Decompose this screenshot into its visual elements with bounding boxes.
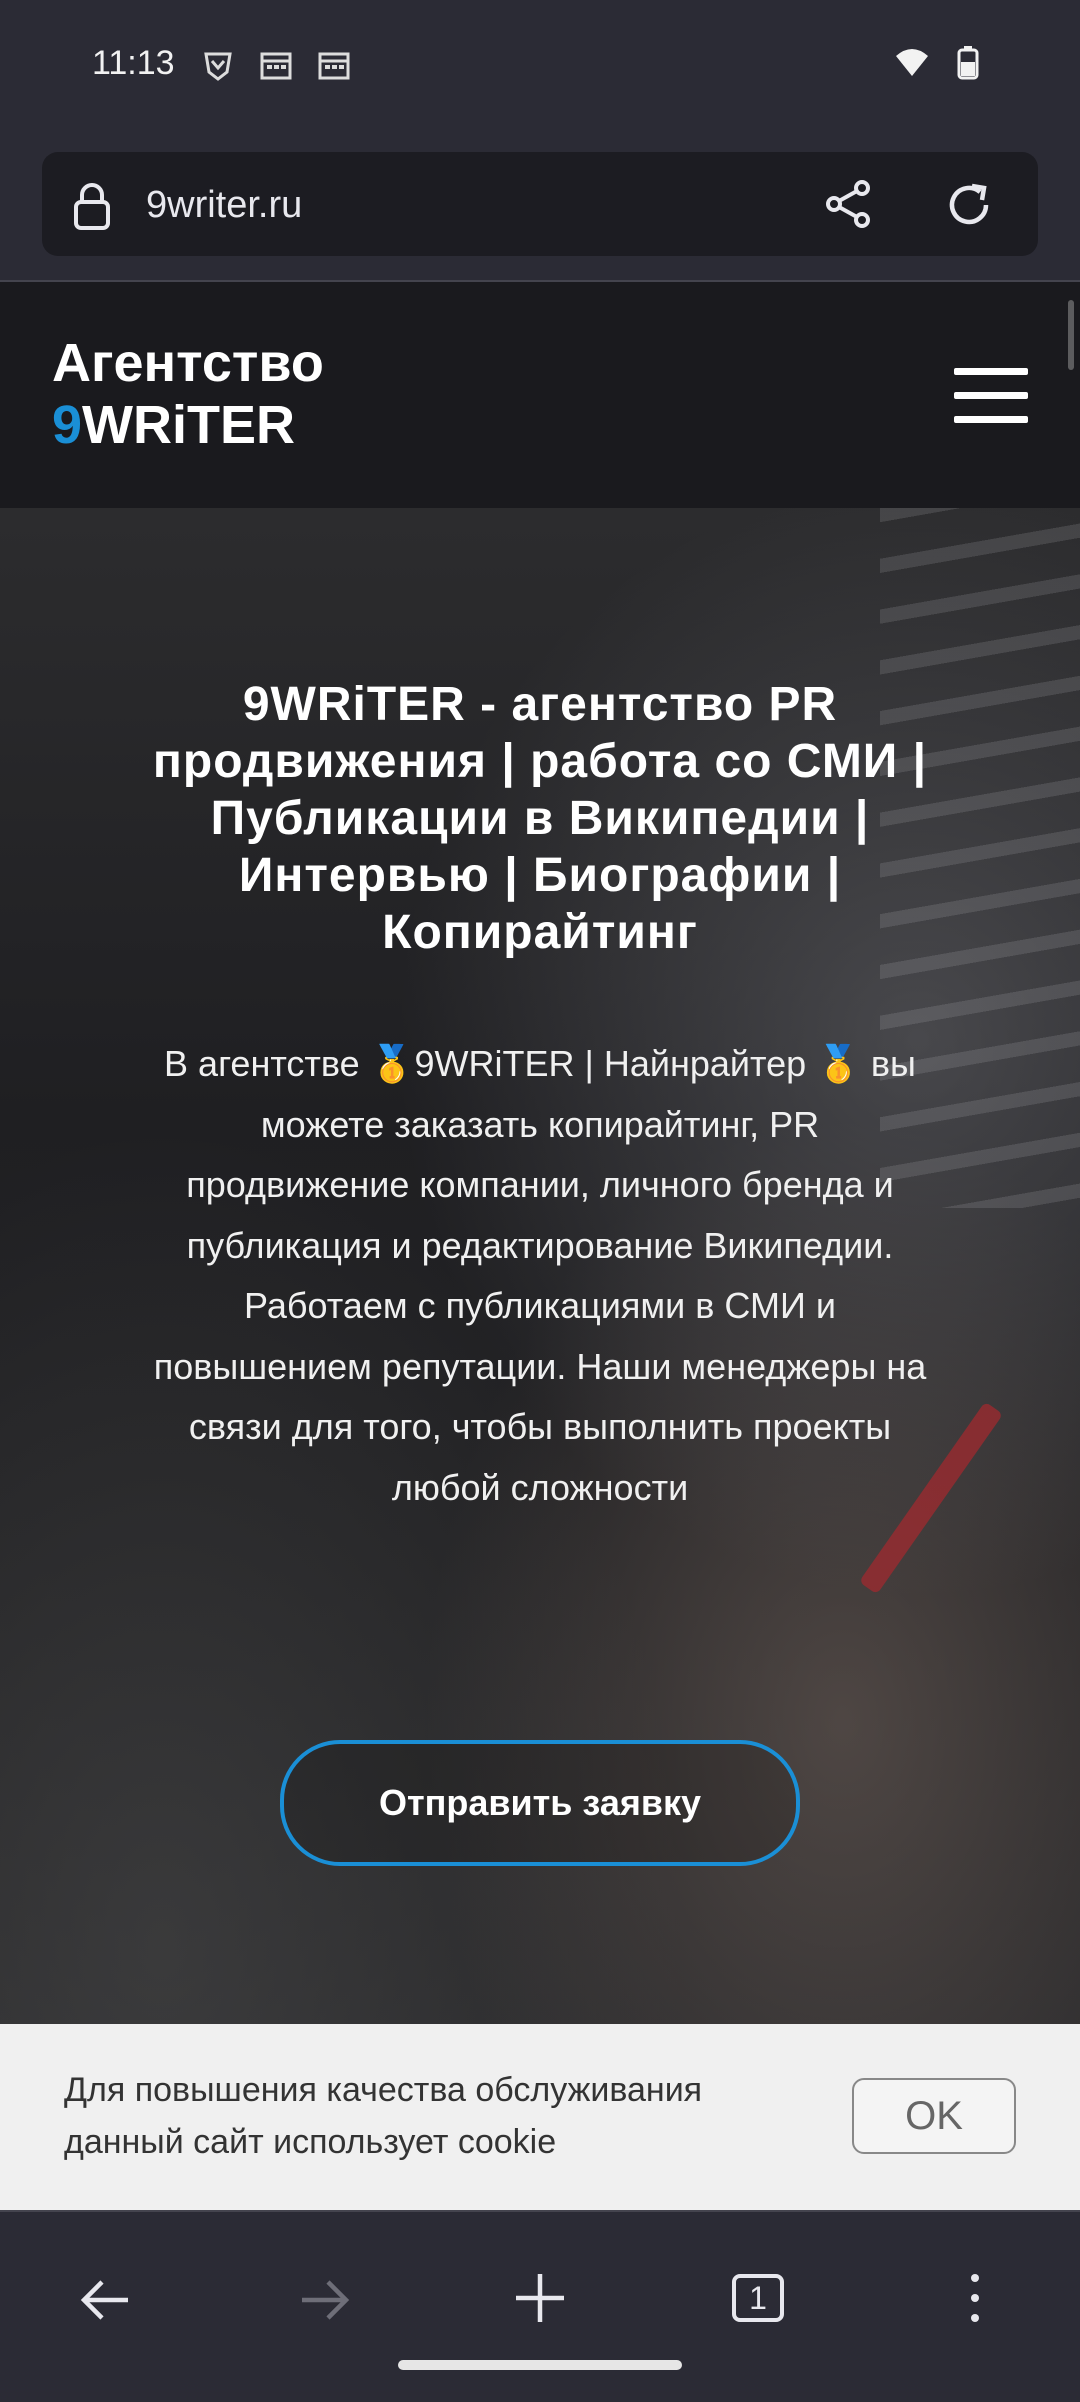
brave-shield-icon — [204, 52, 232, 81]
submit-request-button[interactable]: Отправить заявку — [280, 1740, 800, 1866]
battery-charging-icon — [957, 46, 979, 80]
wifi-icon — [896, 49, 928, 76]
status-icons-left — [200, 48, 352, 84]
calendar-icon — [318, 52, 350, 80]
home-gesture-bar[interactable] — [398, 2360, 682, 2370]
status-time: 11:13 — [92, 44, 175, 82]
tabs-count: 1 — [749, 2280, 767, 2316]
logo-line2: 9WRiTER — [52, 394, 295, 456]
page-scrollbar[interactable] — [1068, 300, 1074, 370]
logo-nine: 9 — [52, 395, 83, 455]
url-text[interactable]: 9writer.ru — [146, 184, 302, 227]
share-icon[interactable] — [822, 178, 874, 230]
hero-description: В агентстве 🥇9WRiTER | Найнрайтер 🥇 вы м… — [153, 1043, 927, 1508]
site-header: Агентство 9WRiTER — [0, 282, 1080, 508]
calendar-icon — [260, 52, 292, 80]
address-bar[interactable]: 9writer.ru — [42, 152, 1038, 256]
cookie-text: Для повышения качества обслуживания данн… — [64, 2071, 703, 2161]
browser-bottom-bar: 1 — [0, 2210, 1080, 2402]
more-menu-icon[interactable] — [960, 2268, 990, 2328]
tab-switcher-button[interactable]: 1 — [728, 2268, 788, 2328]
forward-arrow-icon[interactable] — [296, 2272, 352, 2328]
hamburger-menu-icon[interactable] — [954, 368, 1028, 424]
logo-rest: WRiTER — [82, 395, 296, 455]
logo-line1: Агентство — [52, 333, 324, 393]
browser-toolbar: 9writer.ru — [0, 140, 1080, 282]
cookie-ok-button[interactable]: OK — [852, 2078, 1016, 2154]
new-tab-plus-icon[interactable] — [512, 2270, 568, 2326]
status-bar: 11:13 — [0, 0, 1080, 140]
status-icons-right — [894, 44, 986, 80]
reload-icon[interactable] — [942, 178, 996, 232]
hero-section: 9WRiTER - агентство PR продвижения | раб… — [0, 508, 1080, 2024]
cookie-banner: Для повышения качества обслуживания данн… — [0, 2024, 1080, 2210]
lock-icon — [74, 183, 110, 230]
hero-title: 9WRiTER - агентство PR продвижения | раб… — [152, 678, 928, 959]
back-arrow-icon[interactable] — [78, 2272, 134, 2328]
